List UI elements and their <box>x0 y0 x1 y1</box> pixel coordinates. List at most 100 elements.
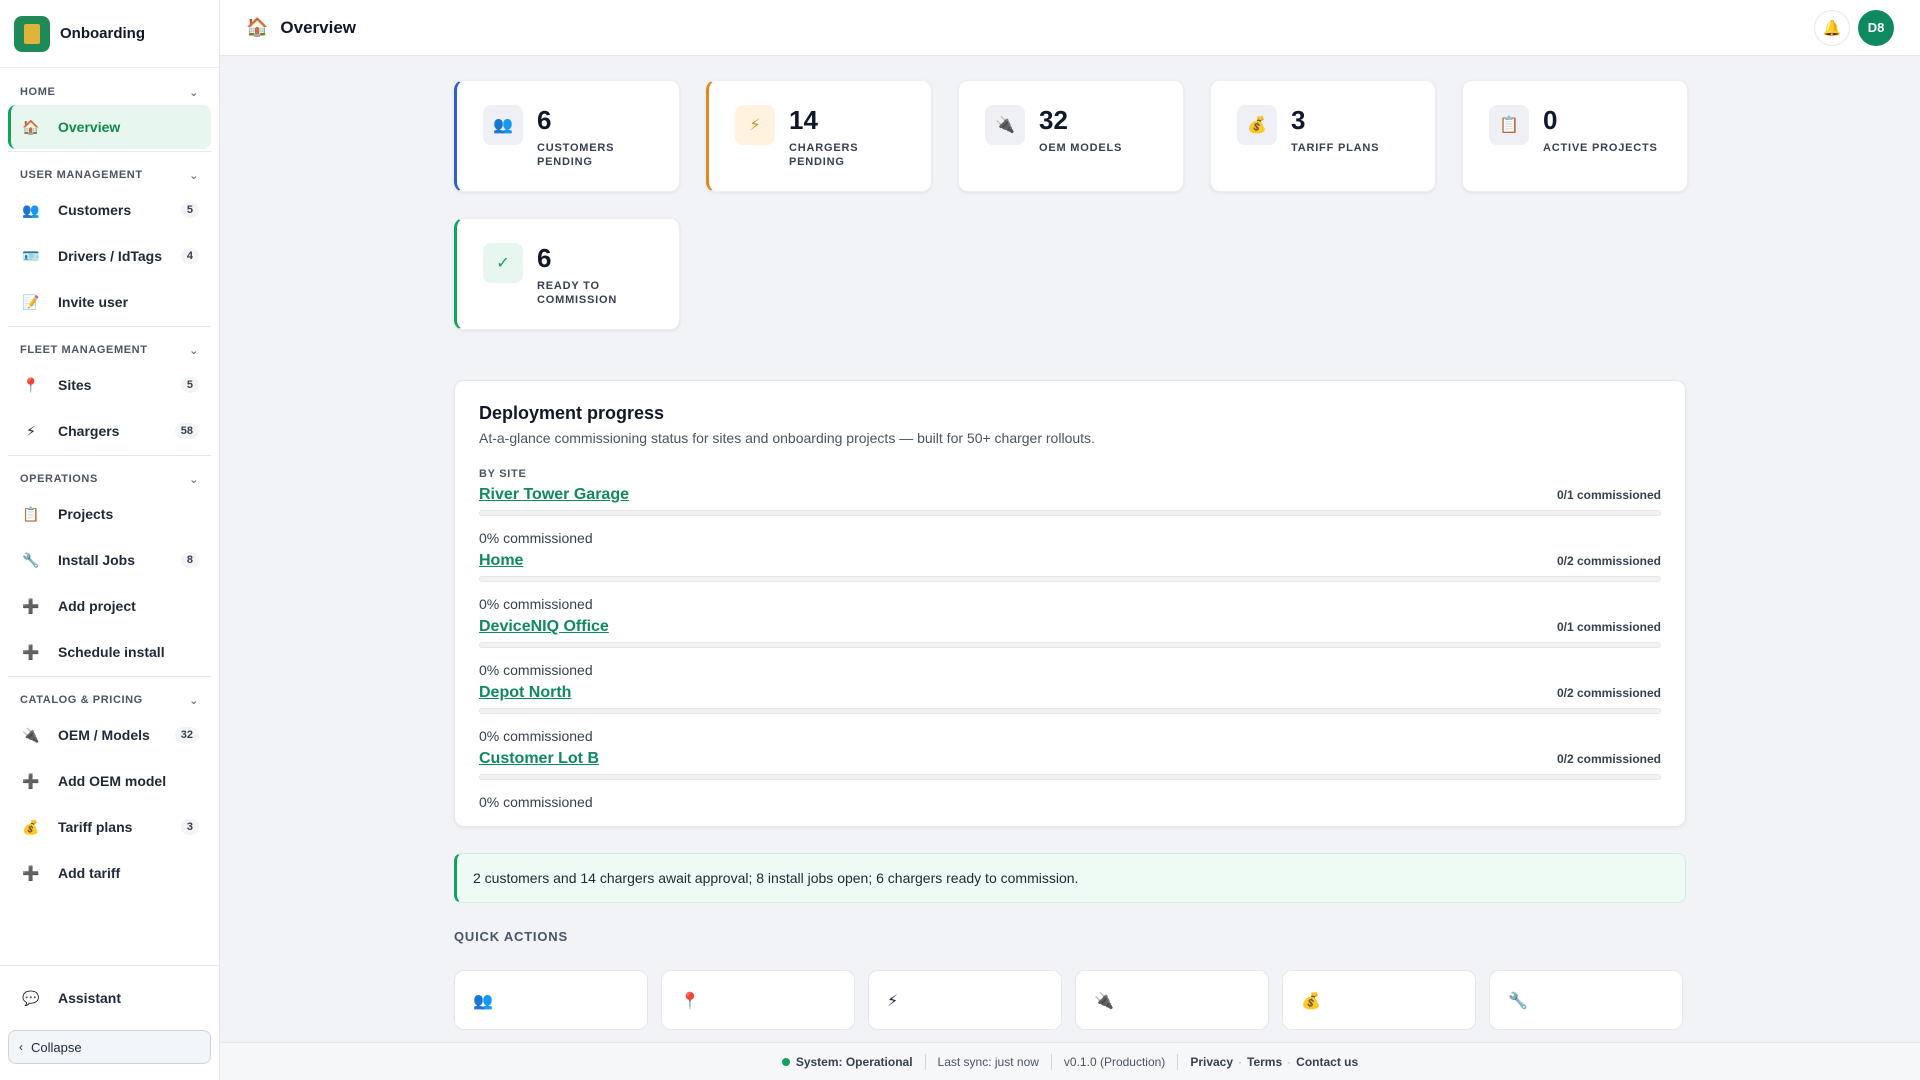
section-header[interactable]: HOME ⌄ <box>8 81 211 103</box>
money-bag-icon: 💰 <box>22 818 40 835</box>
terms-link[interactable]: Terms <box>1247 1055 1282 1069</box>
site-progress-row: Depot North 0/2 commissioned 0% commissi… <box>479 684 1661 744</box>
site-percent: 0% commissioned <box>479 728 593 744</box>
quick-action-customers[interactable]: 👥 <box>454 970 648 1030</box>
clipboard-icon: 📋 <box>22 505 40 522</box>
quick-actions-title: QUICK ACTIONS <box>454 929 568 944</box>
sidebar-item-drivers[interactable]: 🪪 Drivers / IdTags 4 <box>8 234 211 278</box>
lightning-icon: ⚡ <box>26 422 36 439</box>
sidebar-footer: 💬 Assistant ‹ Collapse <box>0 965 219 1080</box>
sidebar-item-chargers[interactable]: ⚡ Chargers 58 <box>8 409 211 453</box>
section-header[interactable]: USER MANAGEMENT ⌄ <box>8 164 211 186</box>
site-progress-row: Home 0/2 commissioned 0% commissioned <box>479 552 1661 612</box>
quick-action-tariffs[interactable]: 💰 <box>1282 970 1476 1030</box>
collapse-caret-icon: ⌄ <box>189 86 199 99</box>
site-commission-count: 0/2 commissioned <box>1556 752 1661 766</box>
privacy-link[interactable]: Privacy <box>1190 1055 1233 1069</box>
site-percent: 0% commissioned <box>479 530 593 546</box>
app-version: v0.1.0 (Production) <box>1063 1054 1166 1069</box>
sidebar-item-projects[interactable]: 📋 Projects <box>8 492 211 536</box>
sidebar-item-add-tariff[interactable]: ➕ Add tariff <box>8 851 211 895</box>
stats-grid: 👥 6 CUSTOMERS PENDING ⚡ 14 CHARGERS PEND… <box>454 80 1688 330</box>
sidebar-item-tariff-plans[interactable]: 💰 Tariff plans 3 <box>8 805 211 849</box>
quick-action-oem-models[interactable]: 🔌 <box>1075 970 1269 1030</box>
plus-icon: ➕ <box>22 772 40 789</box>
stat-value: 3 <box>1291 105 1306 135</box>
sidebar-item-invite-user[interactable]: 📝 Invite user <box>8 280 211 324</box>
stat-card-chargers-pending[interactable]: ⚡ 14 CHARGERS PENDING <box>706 80 932 192</box>
collapse-sidebar-button[interactable]: ‹ Collapse <box>8 1030 211 1064</box>
pin-icon: 📍 <box>22 376 40 393</box>
memo-icon: 📝 <box>22 293 40 310</box>
stat-card-active-projects[interactable]: 📋 0 ACTIVE PROJECTS <box>1462 80 1688 192</box>
plug-icon: 🔌 <box>22 726 40 743</box>
site-link-deviceniq-office[interactable]: DeviceNIQ Office <box>479 618 609 636</box>
clipboard-icon: 📋 <box>1489 105 1529 145</box>
panel-subtitle: At-a-glance commissioning status for sit… <box>479 430 1095 446</box>
site-link-river-tower-garage[interactable]: River Tower Garage <box>479 486 629 504</box>
quick-action-install-jobs[interactable]: 🔧 <box>1489 970 1683 1030</box>
avatar[interactable]: D8 <box>1858 9 1894 46</box>
stat-card-tariff-plans[interactable]: 💰 3 TARIFF PLANS <box>1210 80 1436 192</box>
nav-section-catalog-pricing: CATALOG & PRICING ⌄ 🔌 OEM / Models 32 ➕ … <box>8 676 211 895</box>
topbar: 🏠 Overview 🔔 D8 <box>220 0 1920 56</box>
money-bag-icon: 💰 <box>1301 993 1321 1010</box>
sidebar-item-add-oem-model[interactable]: ➕ Add OEM model <box>8 759 211 803</box>
stat-value: 6 <box>537 243 552 273</box>
lightning-icon: ⚡ <box>735 105 775 145</box>
stat-card-oem-models[interactable]: 🔌 32 OEM MODELS <box>958 80 1184 192</box>
collapse-caret-icon: ⌄ <box>189 169 199 182</box>
count-badge: 5 <box>180 202 199 218</box>
nav-section-user-management: USER MANAGEMENT ⌄ 👥 Customers 5 🪪 Driver… <box>8 151 211 324</box>
brand[interactable]: Onboarding <box>0 0 219 68</box>
sidebar-nav[interactable]: HOME ⌄ 🏠 Overview USER MANAGEMENT ⌄ 👥 Cu… <box>0 69 219 959</box>
stat-label: ACTIVE PROJECTS <box>1543 142 1658 154</box>
users-icon: 👥 <box>473 993 493 1010</box>
section-header[interactable]: CATALOG & PRICING ⌄ <box>8 689 211 711</box>
count-badge: 3 <box>180 819 199 835</box>
users-icon: 👥 <box>22 201 40 218</box>
stat-value: 6 <box>537 105 552 135</box>
section-header[interactable]: FLEET MANAGEMENT ⌄ <box>8 339 211 361</box>
stat-value: 0 <box>1543 105 1558 135</box>
collapse-caret-icon: ⌄ <box>189 473 199 486</box>
section-header[interactable]: OPERATIONS ⌄ <box>8 468 211 490</box>
collapse-caret-icon: ⌄ <box>189 344 199 357</box>
site-commission-count: 0/2 commissioned <box>1556 686 1661 700</box>
speech-bubble-icon: 💬 <box>22 989 40 1006</box>
site-link-customer-lot-b[interactable]: Customer Lot B <box>479 750 599 768</box>
sidebar-item-customers[interactable]: 👥 Customers 5 <box>8 188 211 232</box>
users-icon: 👥 <box>483 105 523 145</box>
sidebar-item-add-project[interactable]: ➕ Add project <box>8 584 211 628</box>
sidebar-item-oem-models[interactable]: 🔌 OEM / Models 32 <box>8 713 211 757</box>
nav-section-operations: OPERATIONS ⌄ 📋 Projects 🔧 Install Jobs 8… <box>8 455 211 674</box>
sidebar-item-assistant[interactable]: 💬 Assistant <box>8 974 211 1022</box>
stat-card-ready-to-commission[interactable]: ✓ 6 READY TO COMMISSION <box>454 218 680 330</box>
stat-value: 32 <box>1039 105 1068 135</box>
quick-action-sites[interactable]: 📍 <box>661 970 855 1030</box>
site-percent: 0% commissioned <box>479 662 593 678</box>
plug-icon: 🔌 <box>1094 993 1114 1010</box>
home-icon: 🏠 <box>246 17 269 37</box>
sidebar-item-sites[interactable]: 📍 Sites 5 <box>8 363 211 407</box>
check-icon: ✓ <box>483 243 523 283</box>
notifications-button[interactable]: 🔔 <box>1814 9 1850 46</box>
collapse-caret-icon: ⌄ <box>189 694 199 707</box>
quick-action-chargers[interactable]: ⚡ <box>868 970 1062 1030</box>
count-badge: 58 <box>174 423 199 439</box>
sidebar-item-install-jobs[interactable]: 🔧 Install Jobs 8 <box>8 538 211 582</box>
stat-card-customers-pending[interactable]: 👥 6 CUSTOMERS PENDING <box>454 80 680 192</box>
contact-link[interactable]: Contact us <box>1296 1055 1358 1069</box>
brand-name: Onboarding <box>60 25 145 42</box>
site-link-home[interactable]: Home <box>479 552 523 570</box>
count-badge: 32 <box>174 727 199 743</box>
panel-title: Deployment progress <box>479 403 665 423</box>
wrench-icon: 🔧 <box>22 551 40 568</box>
sidebar-item-overview[interactable]: 🏠 Overview <box>8 105 211 149</box>
bell-icon: 🔔 <box>1822 19 1842 37</box>
site-link-depot-north[interactable]: Depot North <box>479 684 571 702</box>
site-percent: 0% commissioned <box>479 794 593 810</box>
stat-value: 14 <box>789 105 818 135</box>
last-sync: Last sync: just now <box>937 1054 1039 1069</box>
sidebar-item-schedule-install[interactable]: ➕ Schedule install <box>8 630 211 674</box>
